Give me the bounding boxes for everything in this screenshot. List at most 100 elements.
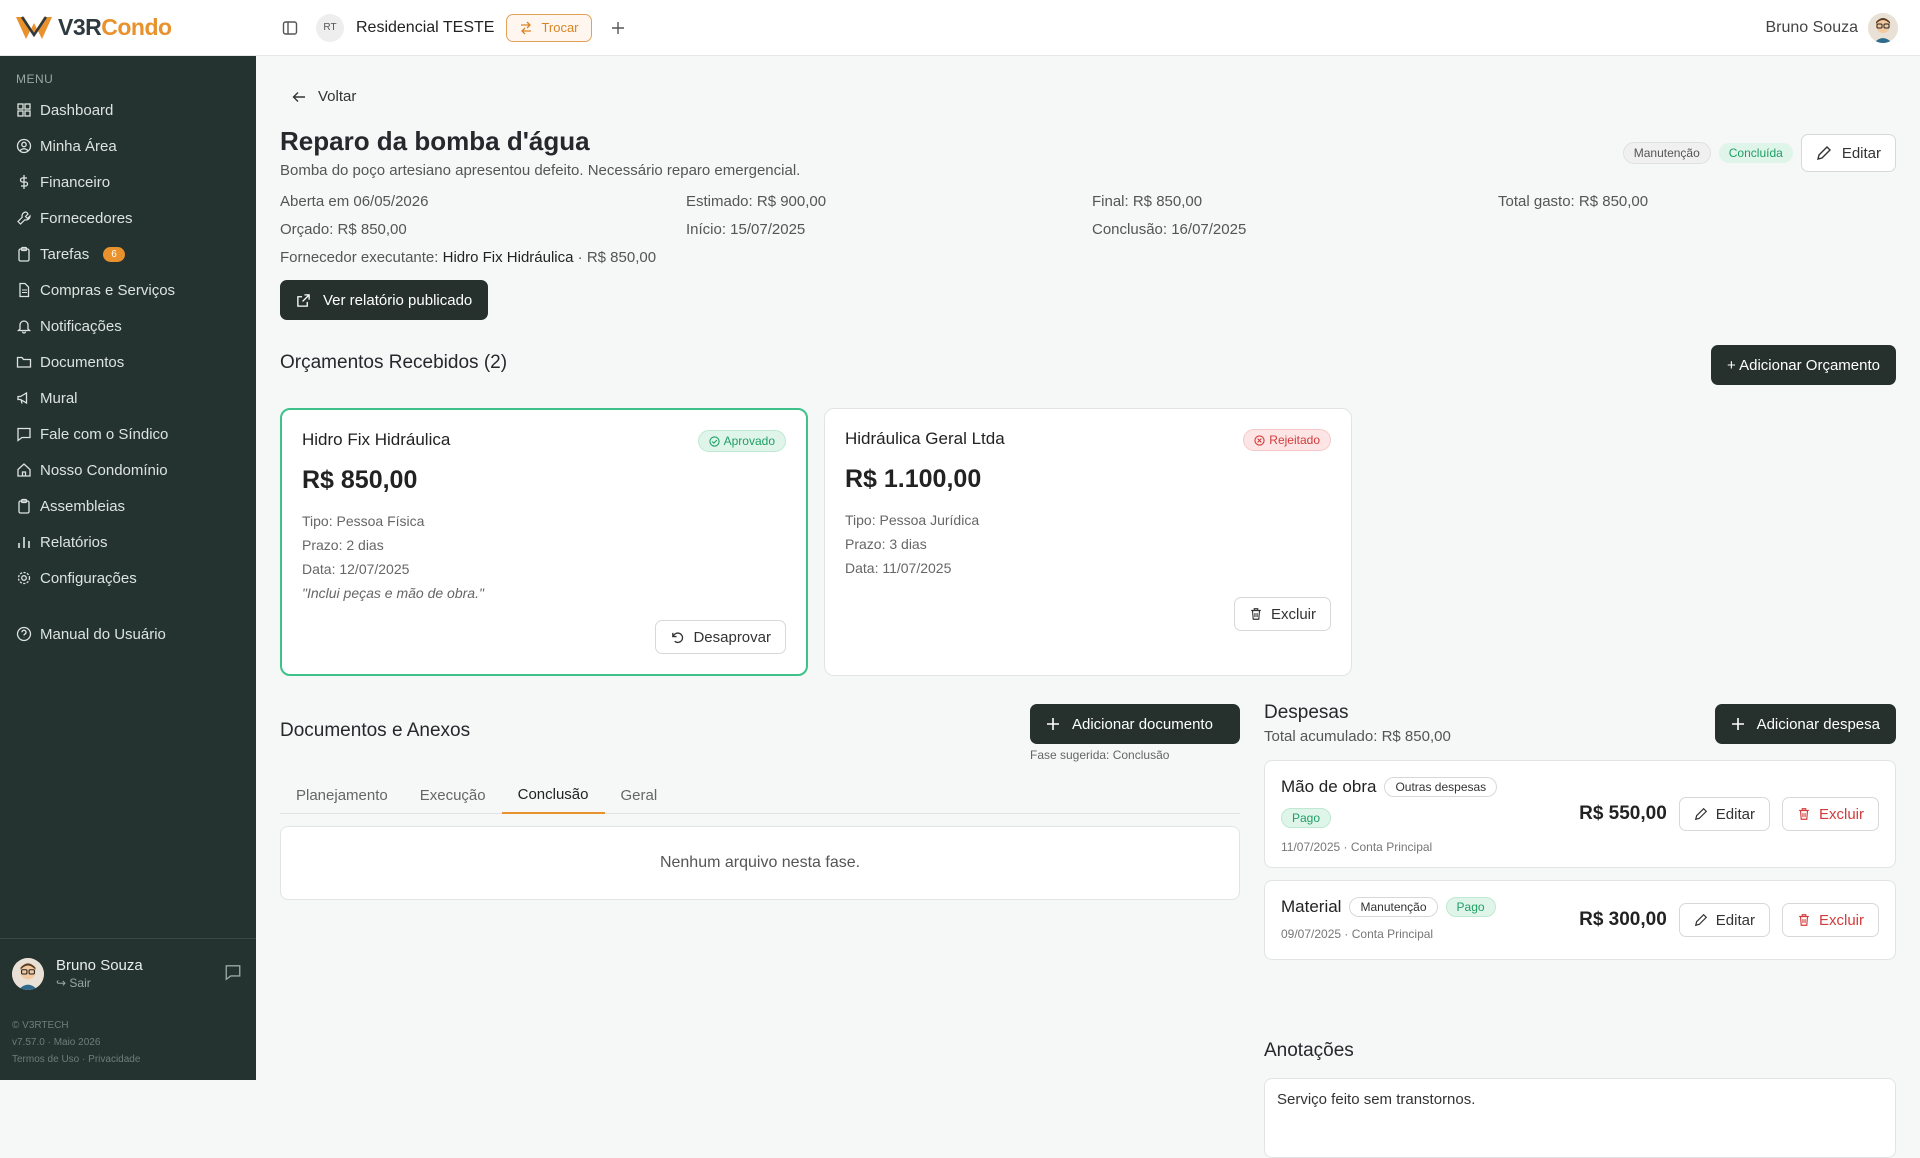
quote-date: Data: 12/07/2025 [302,561,410,577]
tab-conclusao[interactable]: Conclusão [501,776,605,814]
quote-type: Tipo: Pessoa Jurídica [845,512,980,528]
home-icon [17,463,31,477]
trash-icon [1799,914,1809,926]
logo-text-main: V3R [58,14,102,40]
sidebar-item-compras[interactable]: Compras e Serviços [0,272,256,308]
category-badge: Manutenção [1622,142,1711,164]
chat-icon [17,427,31,442]
sidebar-user-name: Bruno Souza [56,957,143,974]
sidebar-item-fornecedores[interactable]: Fornecedores [0,200,256,236]
sidebar-item-label: Relatórios [40,533,108,551]
sidebar-item-documentos[interactable]: Documentos [0,344,256,380]
delete-expense-button[interactable]: Excluir [1781,903,1879,937]
delete-label: Excluir [1270,605,1316,623]
sidebar-item-nosso-condominio[interactable]: Nosso Condomínio [0,452,256,488]
file-icon [19,282,30,298]
delete-expense-button[interactable]: Excluir [1781,797,1879,831]
clipboard-icon [18,498,30,514]
sidebar-toggle-icon[interactable] [276,14,304,42]
add-condo-icon[interactable] [604,14,632,42]
sidebar-item-label: Fale com o Síndico [40,425,169,443]
quote-value: R$ 850,00 [302,466,418,494]
status-badge: Concluída [1718,143,1793,163]
estimated-value: Estimado: R$ 900,00 [686,193,827,210]
quote-card: Hidro Fix Hidráulica Aprovado R$ 850,00 … [280,408,808,676]
sidebar-item-assembleias[interactable]: Assembleias [0,488,256,524]
sidebar-item-fale-sindico[interactable]: Fale com o Síndico [0,416,256,452]
back-button[interactable]: Voltar [292,88,356,105]
swap-icon [521,21,532,34]
expense-amount: R$ 300,00 [1579,909,1667,930]
edit-expense-label: Editar [1715,911,1755,929]
sidebar-item-tarefas[interactable]: Tarefas 6 [0,236,256,272]
status-badge: Rejeitado [1243,429,1331,451]
x-circle-icon [1254,434,1265,446]
add-quote-button[interactable]: + Adicionar Orçamento [1711,345,1896,385]
disapprove-button[interactable]: Desaprovar [655,620,786,654]
sidebar-item-label: Compras e Serviços [40,281,176,299]
chat-icon[interactable] [224,963,242,985]
plus-icon [1731,718,1744,730]
privacy-link[interactable]: Privacidade [88,1054,140,1065]
edit-expense-button[interactable]: Editar [1678,903,1770,937]
tab-planejamento[interactable]: Planejamento [280,776,404,814]
sidebar-item-configuracoes[interactable]: Configurações [0,560,256,596]
dashboard-icon [17,103,31,117]
menu-title: MENU [16,72,54,86]
expense-meta: 09/07/2025 · Conta Principal [1281,927,1434,941]
executing-supplier: Fornecedor executante: Hidro Fix Hidrául… [280,249,656,266]
delete-expense-label: Excluir [1818,805,1864,823]
back-label: Voltar [318,88,357,105]
expense-name: Material [1281,897,1342,916]
sidebar-item-mural[interactable]: Mural [0,380,256,416]
sidebar-item-label: Assembleias [40,497,126,515]
main-content: Voltar Reparo da bomba d'água Bomba do p… [256,56,1920,1158]
logout-icon: ↪ [56,976,67,990]
avatar[interactable] [12,957,44,990]
tab-execucao[interactable]: Execução [404,776,502,814]
tab-geral[interactable]: Geral [605,776,674,814]
view-report-button[interactable]: Ver relatório publicado [280,280,489,320]
edit-button[interactable]: Editar [1800,134,1896,172]
status-label: Aprovado [723,434,775,448]
trash-icon [1251,608,1261,620]
add-document-button[interactable]: Adicionar documento [1030,704,1240,744]
documents-empty-state: Nenhum arquivo nesta fase. [280,826,1240,900]
sidebar-item-dashboard[interactable]: Dashboard [0,92,256,128]
avatar[interactable] [1868,12,1898,43]
sidebar-item-financeiro[interactable]: Financeiro [0,164,256,200]
sidebar-item-notificacoes[interactable]: Notificações [0,308,256,344]
expense-category-badge: Outras despesas [1384,777,1498,797]
quote-date: Data: 11/07/2025 [845,560,952,576]
sidebar-item-label: Notificações [40,317,122,335]
sidebar-item-label: Minha Área [40,137,117,155]
supplier-value: · R$ 850,00 [577,249,657,266]
add-expense-button[interactable]: Adicionar despesa [1714,704,1896,744]
pencil-icon [1816,146,1831,160]
notes-section-title: Anotações [1264,1040,1354,1061]
switch-condo-label: Trocar [541,20,579,35]
footer-company: © V3RTECH [12,1020,69,1031]
logout-link[interactable]: ↪ Sair [56,976,143,990]
expense-amount: R$ 550,00 [1579,803,1667,824]
terms-link[interactable]: Termos de Uso [12,1054,79,1065]
sidebar-item-manual[interactable]: Manual do Usuário [0,616,256,652]
page-description: Bomba do poço artesiano apresentou defei… [280,162,801,179]
sidebar-item-minha-area[interactable]: Minha Área [0,128,256,164]
status-badge: Aprovado [697,430,786,452]
bar-chart-icon [18,537,30,548]
notes-textarea[interactable]: Serviço feito sem transtornos. [1264,1078,1896,1158]
page-title: Reparo da bomba d'água [280,126,590,156]
top-bar: V3RCondo RT Residencial TESTE Trocar Bru… [0,0,1920,56]
edit-expense-button[interactable]: Editar [1678,797,1770,831]
delete-quote-button[interactable]: Excluir [1233,597,1331,631]
add-document-label: Adicionar documento [1072,715,1213,733]
switch-condo-button[interactable]: Trocar [506,13,592,42]
condo-name: Residencial TESTE [356,18,495,36]
pencil-icon [1694,913,1707,927]
logo[interactable]: V3RCondo [0,13,256,43]
expense-card: Material Manutenção Pago 09/07/2025 · Co… [1264,880,1896,960]
sidebar-item-relatorios[interactable]: Relatórios [0,524,256,560]
expense-category-badge: Manutenção [1349,897,1438,917]
gear-icon [17,571,31,585]
